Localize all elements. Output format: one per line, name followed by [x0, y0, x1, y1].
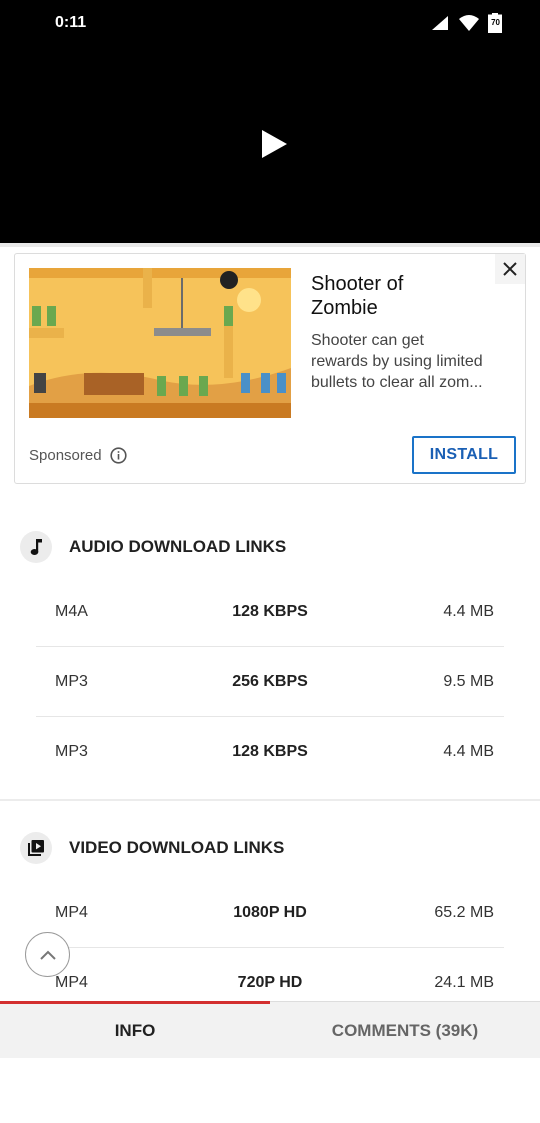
- status-time: 0:11: [55, 14, 87, 31]
- status-icons: 70: [430, 13, 502, 33]
- section-separator: [0, 799, 540, 801]
- audio-row-3[interactable]: MP3 128 KBPS 4.4 MB: [36, 717, 504, 787]
- row-size: 9.5 MB: [443, 673, 494, 690]
- play-icon[interactable]: [258, 128, 290, 160]
- ad-title[interactable]: Shooter of Zombie: [311, 272, 511, 320]
- audio-section-header: AUDIO DOWNLOAD LINKS: [20, 531, 286, 563]
- ad-description: Shooter can get rewards by using limited…: [311, 332, 483, 391]
- battery-level: 70: [491, 18, 500, 27]
- sponsored-label: Sponsored: [29, 447, 127, 464]
- install-button[interactable]: INSTALL: [412, 436, 516, 474]
- bottom-tabs: INFO COMMENTS (39K): [0, 1001, 540, 1058]
- video-player[interactable]: 0:11 70: [0, 0, 540, 243]
- video-row-1[interactable]: MP4 1080P HD 65.2 MB: [36, 878, 504, 948]
- row-size: 4.4 MB: [443, 603, 494, 620]
- row-size: 4.4 MB: [443, 743, 494, 760]
- audio-section-title: AUDIO DOWNLOAD LINKS: [69, 537, 287, 556]
- info-icon[interactable]: [109, 447, 127, 464]
- video-section-header: VIDEO DOWNLOAD LINKS: [20, 832, 284, 864]
- ad-card[interactable]: Shooter of Zombie Shooter can get reward…: [14, 253, 526, 484]
- wifi-icon: [459, 15, 479, 31]
- tab-comments[interactable]: COMMENTS (39K): [270, 1002, 540, 1059]
- audio-row-1[interactable]: M4A 128 KBPS 4.4 MB: [36, 577, 504, 647]
- signal-icon: [431, 16, 448, 30]
- tab-active-indicator: [0, 1001, 270, 1004]
- video-section-title: VIDEO DOWNLOAD LINKS: [69, 838, 285, 857]
- tab-info[interactable]: INFO: [0, 1002, 270, 1059]
- audio-row-2[interactable]: MP3 256 KBPS 9.5 MB: [36, 647, 504, 717]
- row-quality: 256 KBPS: [232, 673, 308, 690]
- row-size: 65.2 MB: [434, 904, 494, 921]
- chevron-up-icon: [39, 950, 56, 960]
- ad-game-image[interactable]: [29, 268, 291, 418]
- scroll-up-button[interactable]: [25, 932, 70, 977]
- divider: [0, 243, 540, 247]
- row-quality: 128 KBPS: [232, 603, 308, 620]
- row-quality: 128 KBPS: [232, 743, 308, 760]
- music-note-icon: [20, 531, 52, 563]
- video-library-icon: [20, 832, 52, 864]
